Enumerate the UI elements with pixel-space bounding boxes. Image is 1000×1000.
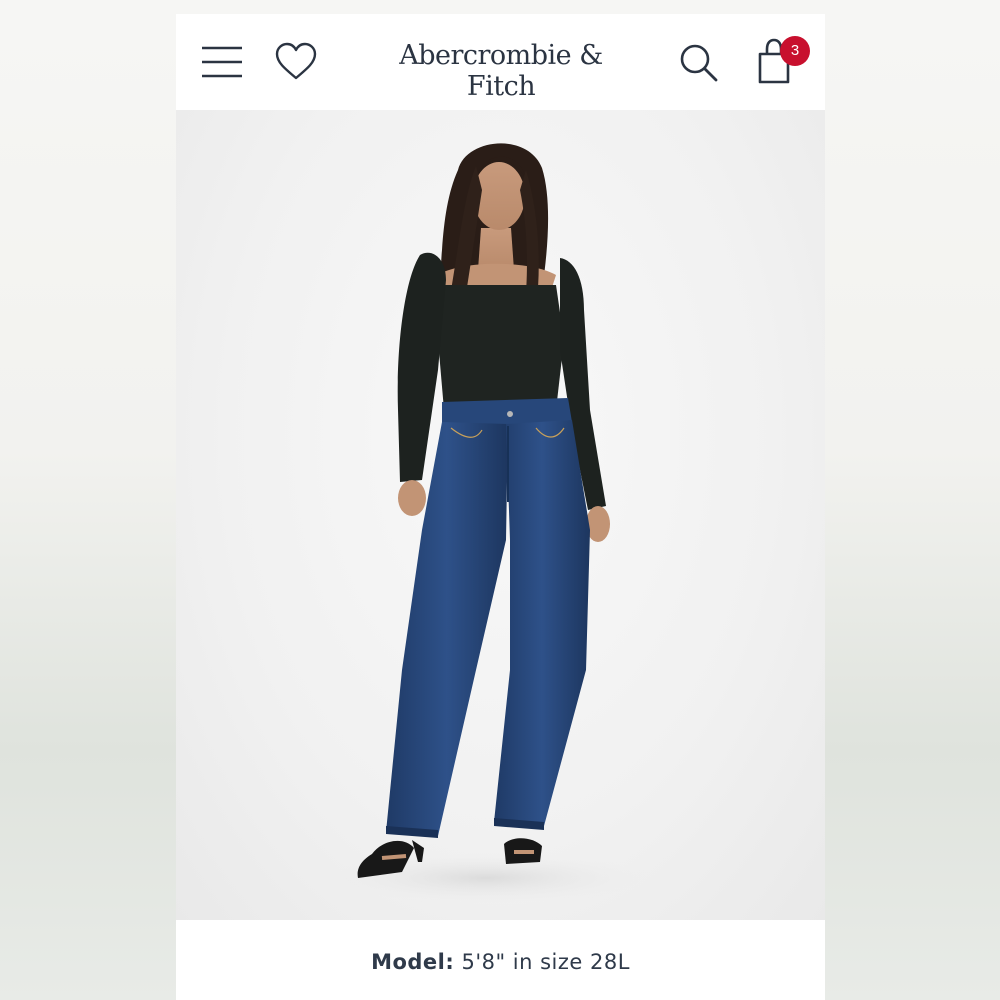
wishlist-button[interactable]: [274, 42, 318, 82]
model-info-value: 5'8" in size 28L: [461, 950, 630, 974]
model-info: Model: 5'8" in size 28L: [176, 920, 825, 1000]
site-header: Abercrombie & Fitch 3: [176, 14, 825, 110]
hamburger-menu-icon: [202, 46, 242, 78]
brand-logo[interactable]: Abercrombie & Fitch: [366, 40, 636, 102]
cart-count-badge: 3: [780, 36, 810, 66]
menu-button[interactable]: [200, 44, 244, 80]
heart-icon: [275, 42, 317, 80]
model-photo: [316, 143, 656, 904]
product-page: Abercrombie & Fitch 3 Model: 5'8" in siz…: [176, 14, 825, 1000]
search-icon: [680, 44, 718, 82]
product-image[interactable]: [176, 110, 825, 920]
search-button[interactable]: [676, 40, 722, 86]
model-info-label: Model:: [371, 950, 455, 974]
shopping-bag-button[interactable]: 3: [754, 36, 810, 88]
